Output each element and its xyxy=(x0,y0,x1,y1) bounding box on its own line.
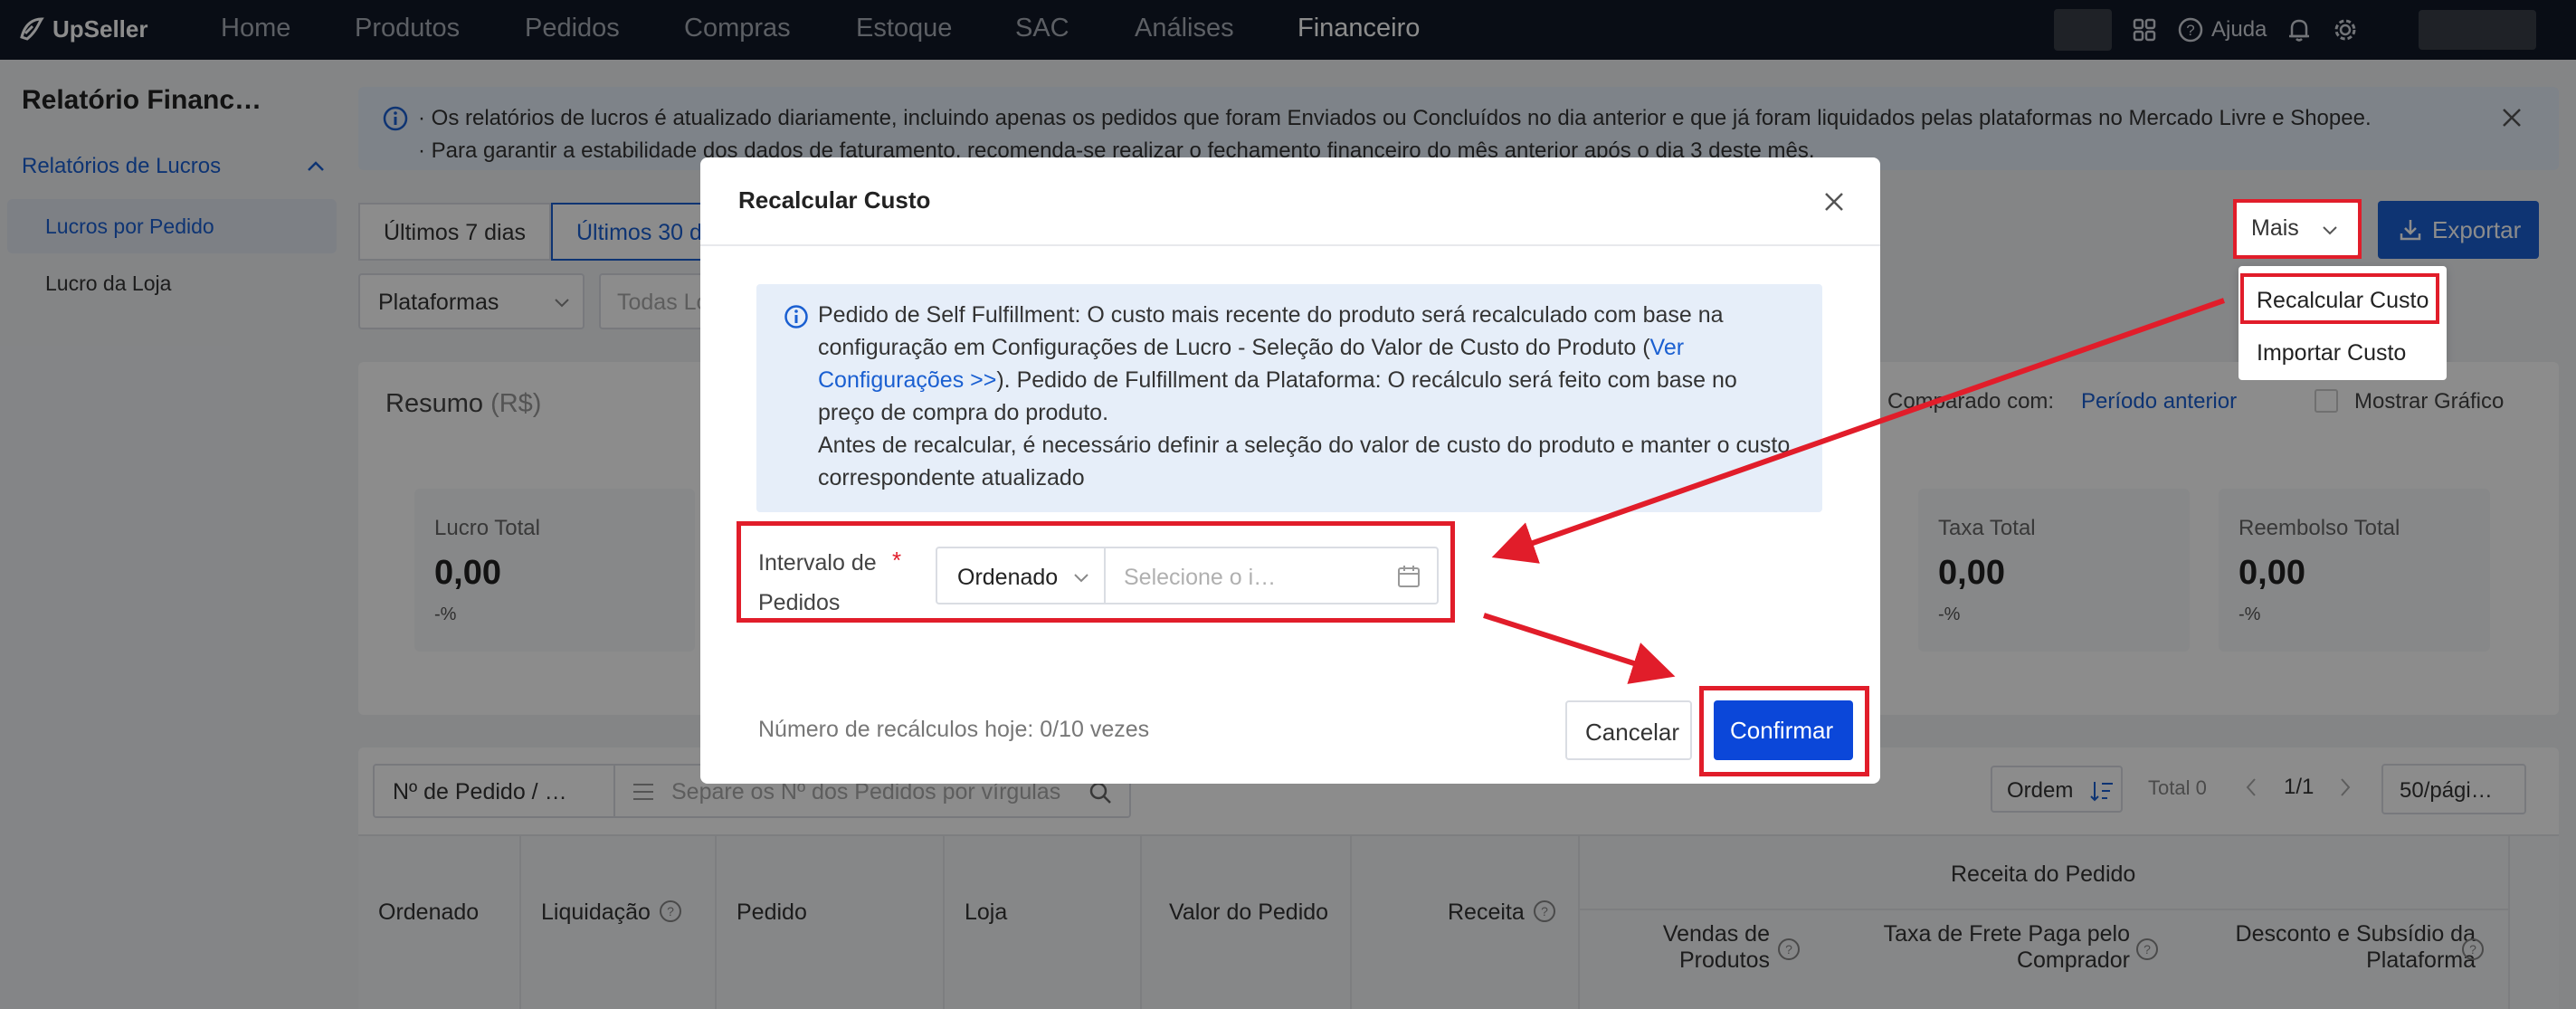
recalculation-count: Número de recálculos hoje: 0/10 vezes xyxy=(758,717,1150,742)
cancel-button[interactable]: Cancelar xyxy=(1565,700,1692,760)
info-text-part: Pedido de Self Fulfillment: O custo mais… xyxy=(818,302,1724,360)
menu-item-label: Recalcular Custo xyxy=(2257,288,2429,313)
info-icon xyxy=(784,304,809,329)
annotation-highlight-confirm xyxy=(1699,686,1869,776)
modal-divider xyxy=(700,244,1880,246)
menu-item-importar-custo[interactable]: Importar Custo xyxy=(2257,340,2406,366)
info-text-part: Antes de recalcular, é necessário defini… xyxy=(818,433,1791,490)
menu-item-recalcular-custo[interactable]: Recalcular Custo xyxy=(2240,273,2439,324)
cancel-button-label: Cancelar xyxy=(1585,719,1680,746)
annotation-highlight-more xyxy=(2233,199,2362,259)
modal-info-text: Pedido de Self Fulfillment: O custo mais… xyxy=(818,299,1795,494)
modal-title: Recalcular Custo xyxy=(738,186,931,214)
annotation-highlight-range xyxy=(737,521,1455,623)
close-icon[interactable] xyxy=(1822,190,1846,214)
